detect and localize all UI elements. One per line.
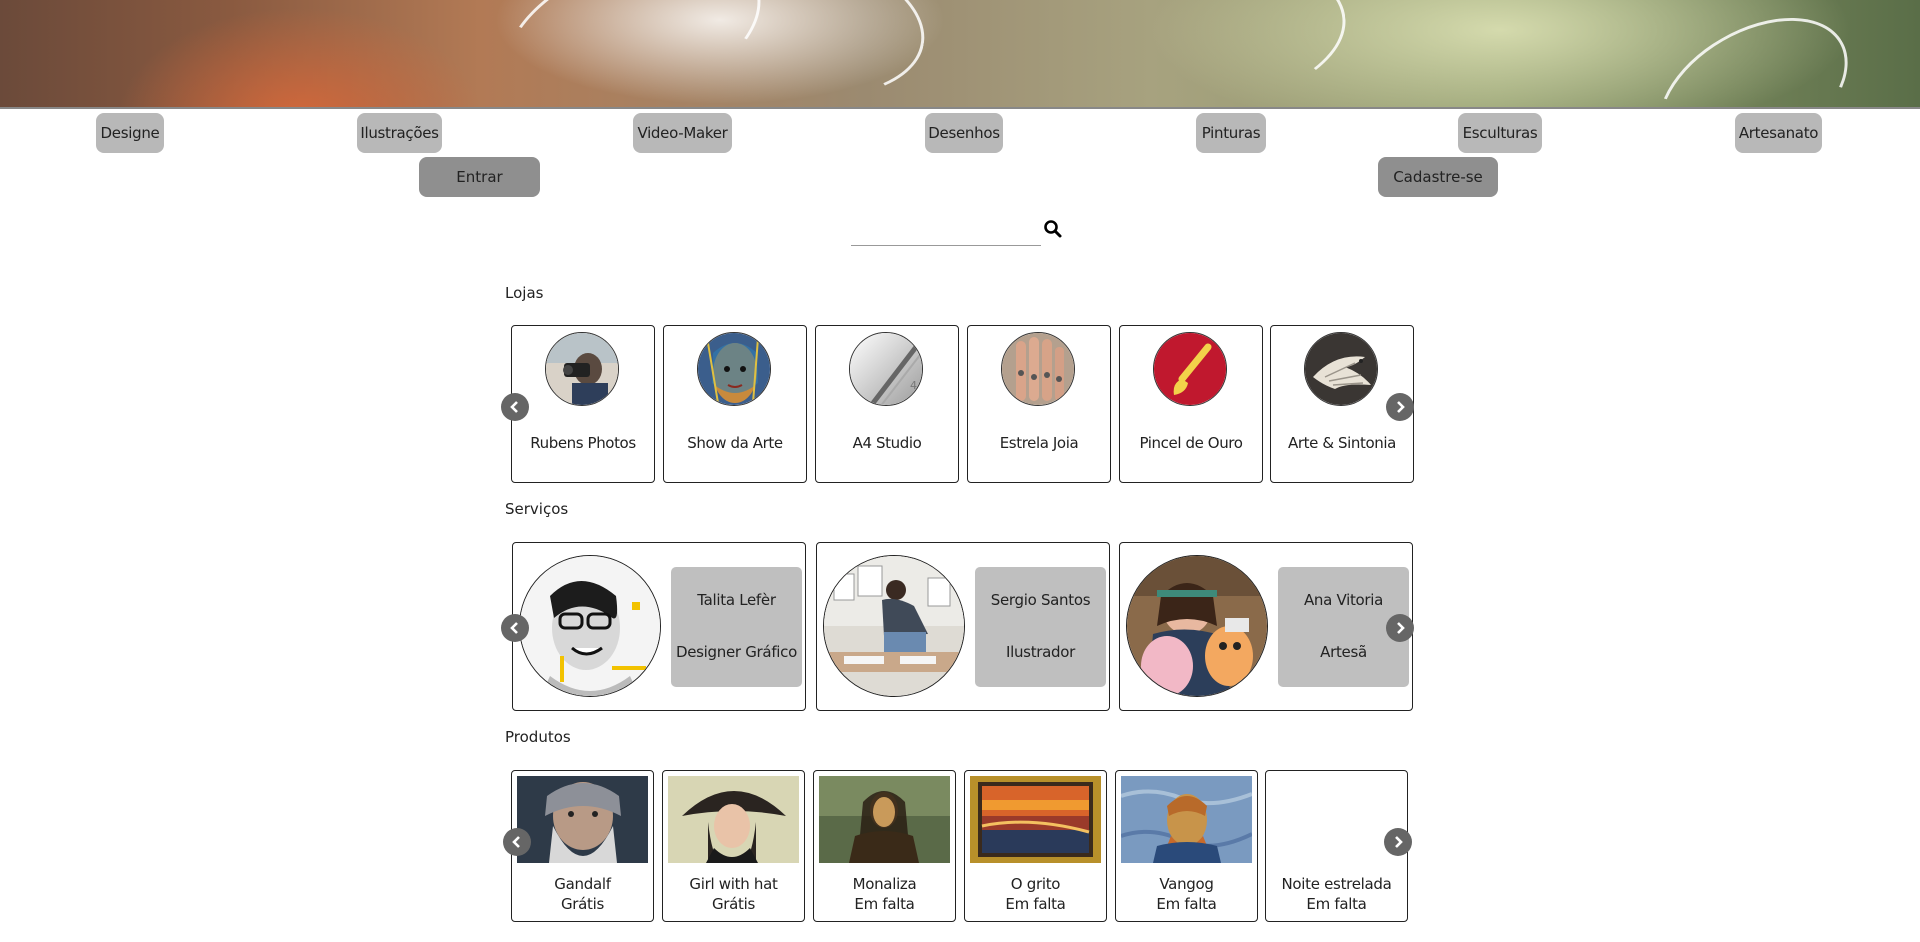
service-provider-role: Designer Gráfico [675, 643, 797, 661]
services-next-arrow[interactable] [1386, 614, 1414, 642]
product-status: Em falta [1005, 895, 1066, 913]
product-card[interactable]: Girl with hat Grátis [662, 770, 805, 922]
shops-section-title: Lojas [505, 284, 544, 302]
shop-card[interactable]: Estrela Joia [967, 325, 1111, 483]
svg-text:4: 4 [910, 379, 917, 392]
product-status: Em falta [1306, 895, 1367, 913]
product-image [1121, 776, 1252, 863]
product-image [517, 776, 648, 863]
service-photo [519, 555, 661, 697]
chevron-right-icon [1397, 401, 1405, 413]
shops-next-arrow[interactable] [1386, 393, 1414, 421]
shop-card[interactable]: Rubens Photos [511, 325, 655, 483]
login-button[interactable]: Entrar [419, 157, 540, 197]
product-name: Monaliza [852, 875, 917, 893]
signup-button[interactable]: Cadastre-se [1378, 157, 1498, 197]
service-provider-name: Ana Vitoria [1303, 591, 1384, 609]
product-name: Girl with hat [689, 875, 778, 893]
product-name: Noite estrelada [1281, 875, 1392, 893]
product-status: Grátis [711, 895, 756, 913]
shop-name: Pincel de Ouro [1139, 434, 1243, 452]
product-image [970, 776, 1101, 863]
service-provider-name: Sergio Santos [990, 591, 1091, 609]
chevron-right-icon [1397, 622, 1405, 634]
nav-button-artesanato[interactable]: Artesanato [1735, 113, 1822, 153]
search-icon[interactable] [1043, 219, 1063, 239]
shop-card[interactable]: 4 A4 Studio [815, 325, 959, 483]
nav-button-esculturas[interactable]: Esculturas [1458, 113, 1542, 153]
product-card[interactable]: Monaliza Em falta [813, 770, 956, 922]
product-name: O grito [1010, 875, 1061, 893]
product-status: Em falta [854, 895, 915, 913]
shop-name: Estrela Joia [999, 434, 1079, 452]
banner-feather-decoration [993, 0, 1353, 131]
nav-button-designe[interactable]: Designe [96, 113, 164, 153]
product-name: Gandalf [554, 875, 611, 893]
service-provider-role: Ilustrador [1005, 643, 1076, 661]
search-input[interactable] [851, 213, 1041, 246]
chevron-left-icon [510, 401, 518, 413]
shop-card[interactable]: Pincel de Ouro [1119, 325, 1263, 483]
service-provider-name: Talita Lefèr [697, 591, 776, 609]
products-prev-arrow[interactable] [503, 828, 531, 856]
shop-card[interactable]: Show da Arte [663, 325, 807, 483]
nav-button-desenhos[interactable]: Desenhos [925, 113, 1003, 153]
service-card[interactable]: Sergio Santos Ilustrador [816, 542, 1110, 711]
services-section-title: Serviços [505, 500, 569, 518]
shop-avatar [1153, 332, 1227, 406]
service-card[interactable]: Talita Lefèr Designer Gráfico [512, 542, 806, 711]
services-prev-arrow[interactable] [501, 614, 529, 642]
shop-avatar [1001, 332, 1075, 406]
nav-button-ilustracoes[interactable]: Ilustrações [357, 113, 442, 153]
chevron-left-icon [512, 836, 520, 848]
service-provider-role: Artesã [1320, 643, 1367, 661]
header-banner [0, 0, 1920, 200]
product-card[interactable]: Vangog Em falta [1115, 770, 1258, 922]
service-card[interactable]: Ana Vitoria Artesã [1119, 542, 1413, 711]
service-info-box: Talita Lefèr Designer Gráfico [671, 567, 802, 687]
nav-button-video-maker[interactable]: Video-Maker [633, 113, 732, 153]
shop-name: A4 Studio [852, 434, 922, 452]
product-image [819, 776, 950, 863]
shop-name: Show da Arte [687, 434, 783, 452]
shop-name: Arte & Sintonia [1288, 434, 1396, 452]
shop-avatar [697, 332, 771, 406]
product-image [668, 776, 799, 863]
shops-prev-arrow[interactable] [501, 393, 529, 421]
chevron-left-icon [510, 622, 518, 634]
product-status: Grátis [560, 895, 605, 913]
chevron-right-icon [1395, 836, 1403, 848]
shop-avatar [545, 332, 619, 406]
banner-feather-decoration [1632, 0, 1874, 200]
product-card[interactable]: Gandalf Grátis [511, 770, 654, 922]
shop-avatar: 4 [849, 332, 923, 406]
shop-avatar [1304, 332, 1378, 406]
service-photo [823, 555, 965, 697]
nav-button-pinturas[interactable]: Pinturas [1196, 113, 1266, 153]
product-image-placeholder [1271, 776, 1402, 863]
shop-name: Rubens Photos [530, 434, 636, 452]
products-next-arrow[interactable] [1384, 828, 1412, 856]
product-status: Em falta [1156, 895, 1217, 913]
product-card[interactable]: O grito Em falta [964, 770, 1107, 922]
service-photo [1126, 555, 1268, 697]
service-info-box: Sergio Santos Ilustrador [975, 567, 1106, 687]
product-name: Vangog [1159, 875, 1214, 893]
products-section-title: Produtos [505, 728, 571, 746]
